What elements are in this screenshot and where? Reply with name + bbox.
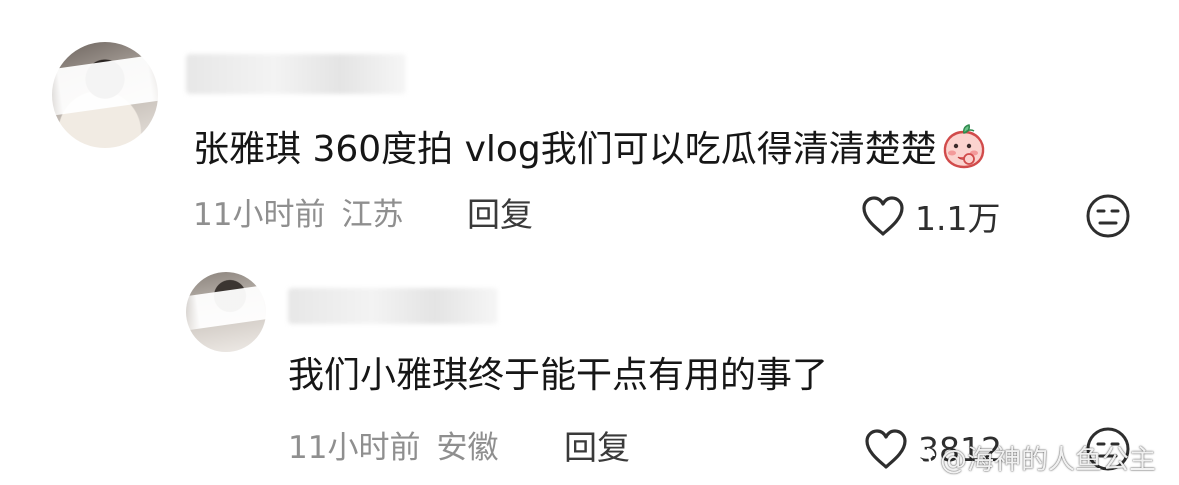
comment-time: 11小时前 (193, 197, 326, 233)
neutral-face-icon[interactable] (1084, 192, 1132, 240)
watermark-text: @海神的人鱼公主 (940, 445, 1156, 476)
comment-meta: 11小时前 安徽 (288, 428, 498, 468)
peach-sticker-icon (943, 124, 985, 169)
comment-time: 11小时前 (288, 430, 421, 466)
comment-text-content: 张雅琪 360度拍 vlog我们可以吃瓜得清清楚楚 (193, 129, 937, 170)
comment-location: 安徽 (436, 430, 499, 466)
comment-text: 张雅琪 360度拍 vlog我们可以吃瓜得清清楚楚 (193, 124, 987, 172)
like-button[interactable]: 1.1万 (859, 194, 1000, 238)
weibo-logo-icon (906, 447, 935, 470)
heart-outline-icon (862, 196, 904, 236)
comment-text: 我们小雅琪终于能干点有用的事了 (288, 355, 829, 396)
comment-location: 江苏 (341, 197, 404, 233)
reply-button[interactable]: 回复 (564, 428, 630, 468)
username[interactable]: ■■■■■ (186, 54, 406, 94)
heart-outline-icon (865, 429, 907, 469)
username[interactable]: ■■■■■ (288, 288, 498, 324)
comment-meta: 11小时前 江苏 (193, 195, 403, 235)
watermark: @海神的人鱼公主 (906, 438, 1156, 477)
like-count: 1.1万 (915, 199, 1001, 238)
reply-button[interactable]: 回复 (467, 195, 533, 235)
